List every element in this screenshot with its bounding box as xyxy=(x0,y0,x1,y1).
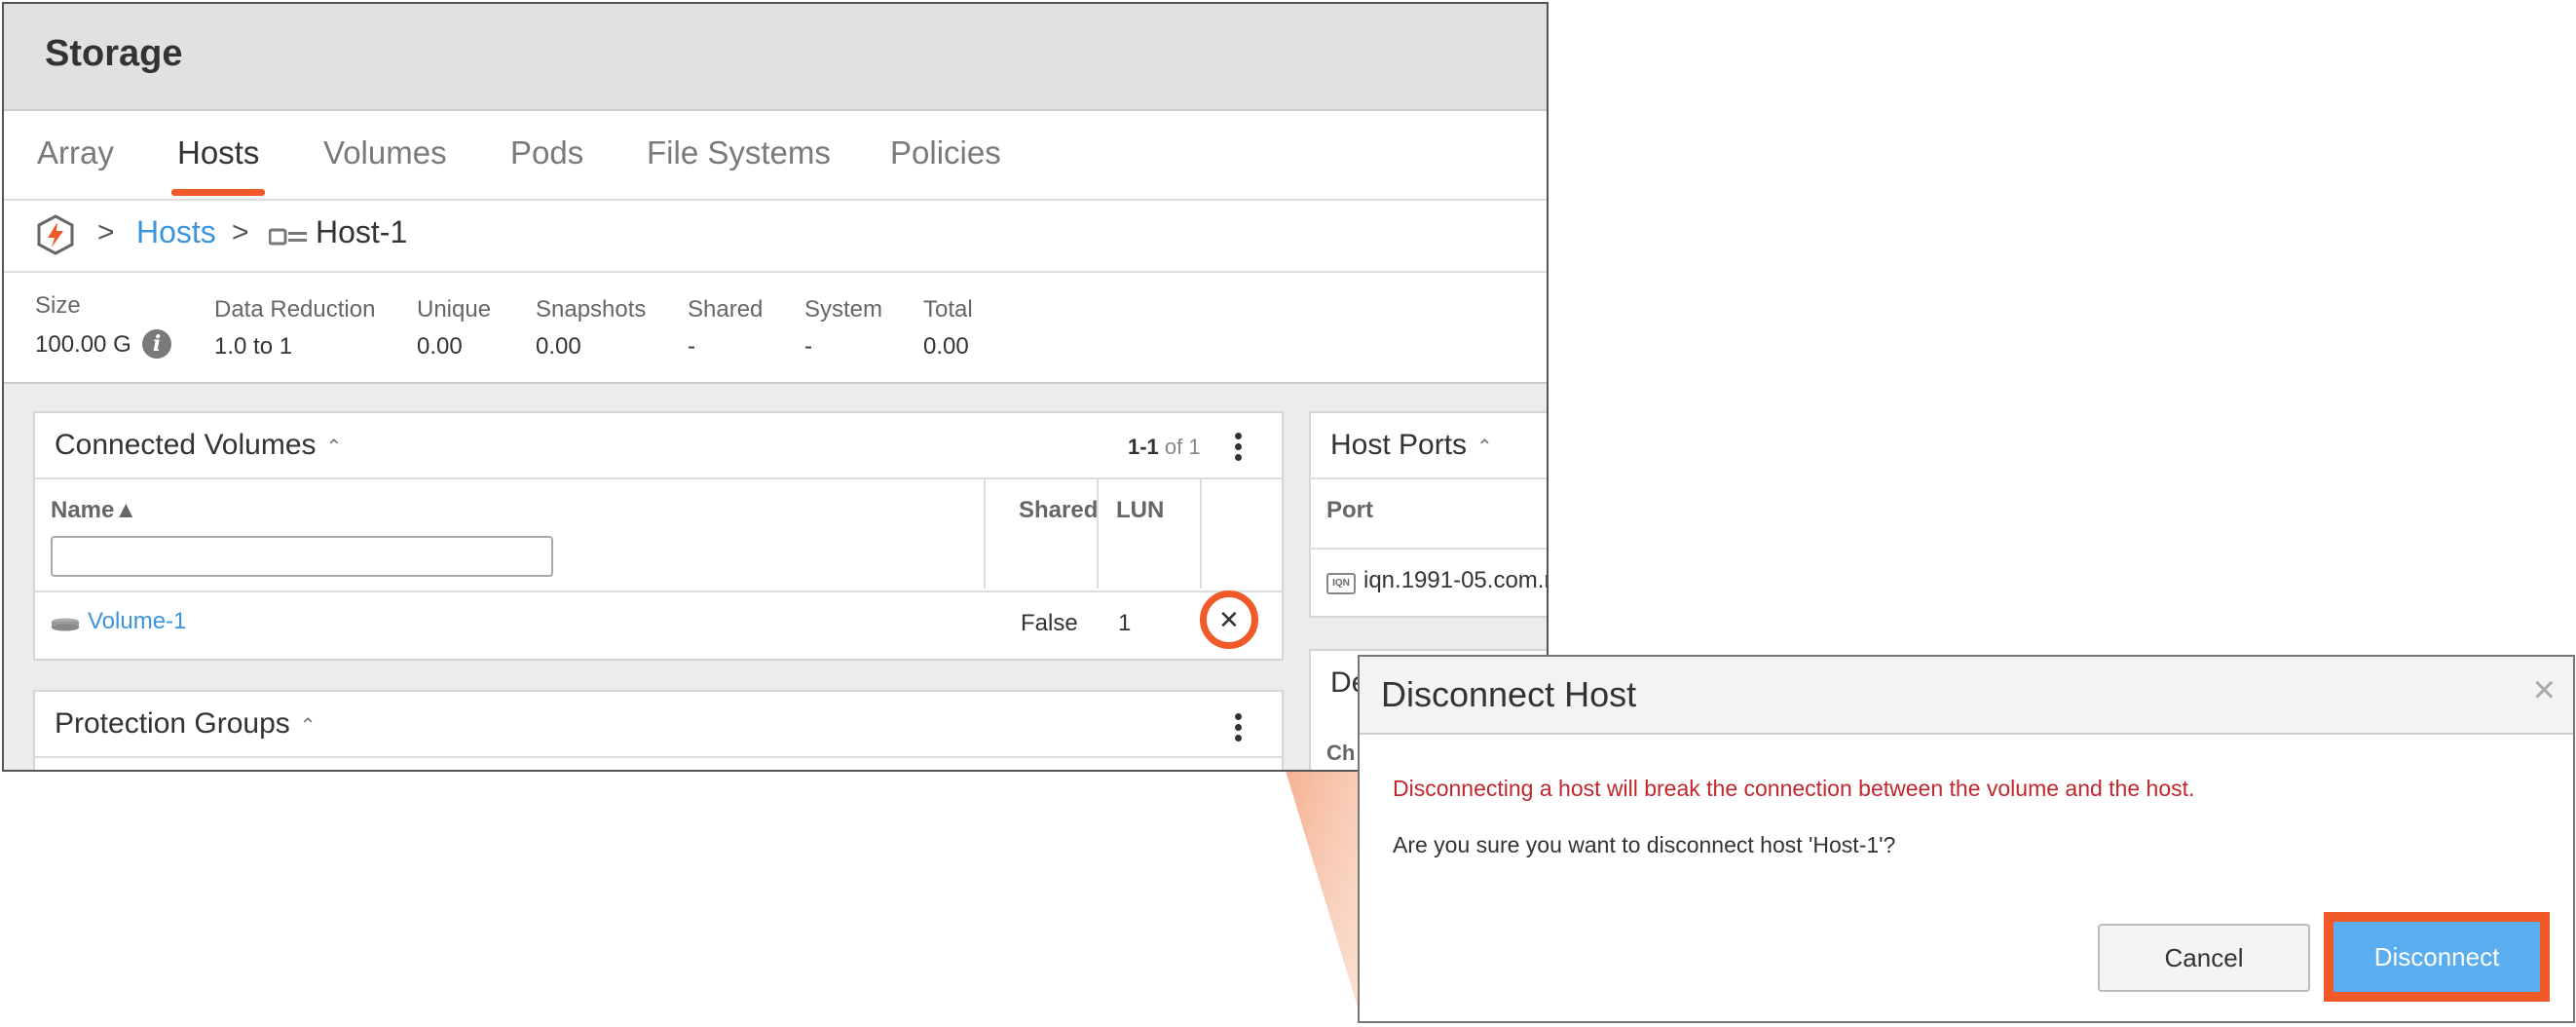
connected-volumes-title-text: Connected Volumes xyxy=(55,429,317,461)
stat-size-value: 100.00 G xyxy=(35,331,131,358)
stat-unique-value: 0.00 xyxy=(417,333,463,360)
table-header: Name▲ Shared LUN xyxy=(35,477,1282,592)
volume-lun-value: 1 xyxy=(1118,610,1132,636)
tab-volumes[interactable]: Volumes xyxy=(323,134,447,171)
stat-total-label: Total xyxy=(923,296,973,323)
disconnect-button[interactable]: Disconnect xyxy=(2333,922,2540,992)
stat-system-value: - xyxy=(804,333,812,360)
pagination-range: 1-1 xyxy=(1128,435,1159,459)
connected-volumes-title[interactable]: Connected Volumes ⌃ xyxy=(55,429,342,462)
disconnect-host-dialog: Disconnect Host × Disconnecting a host w… xyxy=(1358,655,2575,1023)
column-header-shared[interactable]: Shared xyxy=(1019,497,1098,524)
stat-snapshots-value: 0.00 xyxy=(536,333,581,360)
stat-data-reduction-value: 1.0 to 1 xyxy=(214,333,293,360)
cancel-button[interactable]: Cancel xyxy=(2098,924,2310,992)
tab-hosts[interactable]: Hosts xyxy=(177,134,259,171)
details-column-header: Ch xyxy=(1326,741,1356,765)
pagination-total: of 1 xyxy=(1164,435,1201,459)
pagination: 1-1 of 1 xyxy=(1128,435,1201,460)
dialog-header: Disconnect Host × xyxy=(1360,657,2573,735)
stat-size-label: Size xyxy=(35,292,81,319)
name-filter-input[interactable] xyxy=(51,536,553,577)
tab-array[interactable]: Array xyxy=(37,134,114,171)
host-ports-title-text: Host Ports xyxy=(1330,429,1468,461)
disconnect-button-highlight: Disconnect xyxy=(2324,912,2550,1002)
active-tab-indicator xyxy=(171,189,265,196)
disconnect-icon: ✕ xyxy=(1218,605,1240,634)
page-title: Storage xyxy=(45,33,183,74)
breadcrumb: > Hosts > Host-1 xyxy=(4,199,1547,273)
divider xyxy=(35,756,1282,758)
column-header-name[interactable]: Name▲ xyxy=(51,497,137,524)
iqn-badge-icon: IQN xyxy=(1326,573,1356,594)
stat-shared-value: - xyxy=(688,333,695,360)
stat-data-reduction-label: Data Reduction xyxy=(214,296,376,323)
stat-total-value: 0.00 xyxy=(923,333,969,360)
column-divider xyxy=(1097,477,1099,589)
tab-bar: Array Hosts Volumes Pods File Systems Po… xyxy=(4,111,1547,201)
host-stats: Size 100.00 G i Data Reduction 1.0 to 1 … xyxy=(4,273,1547,384)
breadcrumb-hosts-link[interactable]: Hosts xyxy=(136,214,216,250)
page-header: Storage xyxy=(4,4,1547,111)
chevron-up-icon: ⌃ xyxy=(299,714,317,737)
volume-icon xyxy=(52,618,79,631)
stat-shared-label: Shared xyxy=(688,296,764,323)
disconnect-volume-button[interactable]: ✕ xyxy=(1200,590,1258,649)
breadcrumb-separator: > xyxy=(232,216,249,248)
stat-system-label: System xyxy=(804,296,883,323)
column-divider xyxy=(1200,477,1202,589)
tab-file-systems[interactable]: File Systems xyxy=(647,134,831,171)
array-logo-icon[interactable] xyxy=(35,214,76,255)
column-header-lun[interactable]: LUN xyxy=(1116,497,1164,524)
chevron-up-icon: ⌃ xyxy=(1476,436,1493,458)
breadcrumb-separator: > xyxy=(97,216,115,248)
close-icon[interactable]: × xyxy=(2533,670,2556,709)
info-icon[interactable]: i xyxy=(142,329,171,359)
host-icon xyxy=(269,228,307,246)
column-divider xyxy=(984,477,986,589)
dialog-warning-text: Disconnecting a host will break the conn… xyxy=(1393,776,2195,801)
host-port-value: iqn.1991-05.com.m xyxy=(1363,567,1549,593)
tab-pods[interactable]: Pods xyxy=(510,134,583,171)
host-ports-card: Host Ports ⌃ Port IQN iqn.1991-05.com.m xyxy=(1309,411,1549,618)
protection-groups-menu-icon[interactable] xyxy=(1235,713,1243,745)
volume-link[interactable]: Volume-1 xyxy=(88,608,186,635)
stat-unique-label: Unique xyxy=(417,296,492,323)
host-ports-title[interactable]: Host Ports ⌃ xyxy=(1330,429,1493,462)
protection-groups-title[interactable]: Protection Groups ⌃ xyxy=(55,707,317,741)
dialog-title: Disconnect Host xyxy=(1381,674,1637,714)
column-header-port[interactable]: Port xyxy=(1326,497,1373,524)
protection-groups-card: Protection Groups ⌃ xyxy=(33,690,1284,770)
connected-volumes-card: Connected Volumes ⌃ 1-1 of 1 Name▲ Shared… xyxy=(33,411,1284,661)
host-ports-header: Port xyxy=(1311,477,1547,550)
volume-shared-value: False xyxy=(1021,610,1078,636)
content-area: Connected Volumes ⌃ 1-1 of 1 Name▲ Shared… xyxy=(4,384,1547,770)
storage-panel: Storage Array Hosts Volumes Pods File Sy… xyxy=(2,2,1549,772)
chevron-up-icon: ⌃ xyxy=(325,436,343,458)
dialog-question-text: Are you sure you want to disconnect host… xyxy=(1393,832,1896,857)
connected-volumes-menu-icon[interactable] xyxy=(1235,433,1243,465)
breadcrumb-current-host: Host-1 xyxy=(316,214,408,249)
stat-snapshots-label: Snapshots xyxy=(536,296,647,323)
tab-policies[interactable]: Policies xyxy=(890,134,1001,171)
table-row: Volume-1 False 1 xyxy=(35,589,1282,657)
protection-groups-title-text: Protection Groups xyxy=(55,707,290,740)
